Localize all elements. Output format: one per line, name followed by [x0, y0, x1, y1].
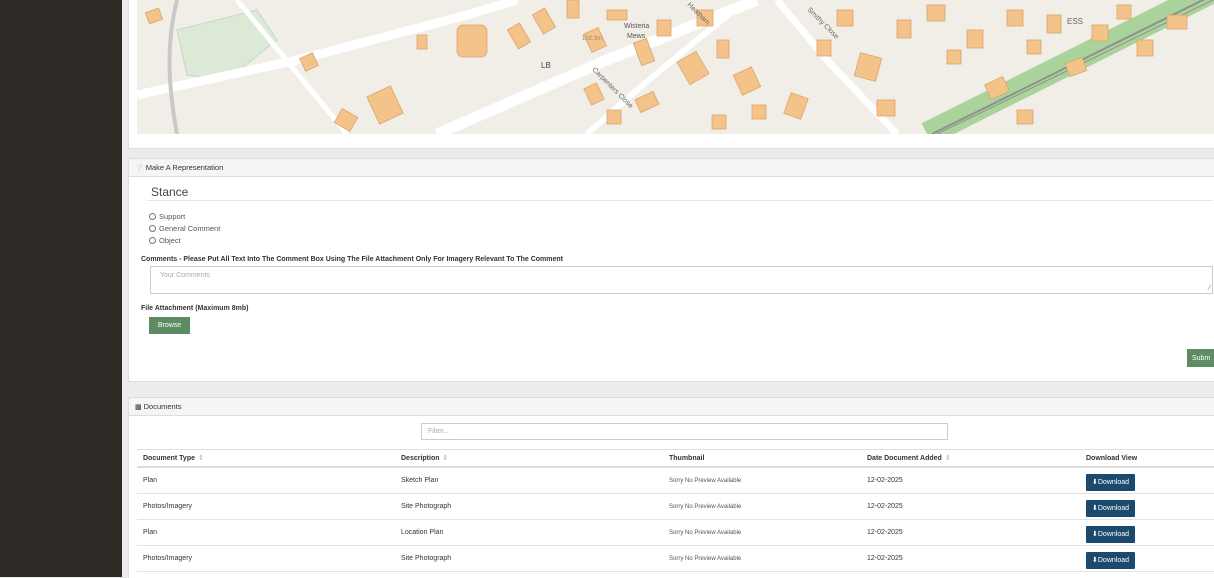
browse-button[interactable]: Browse — [149, 317, 190, 334]
cell-description: Sketch Plan — [395, 467, 663, 494]
site-map[interactable]: Wisteria Mews 102.3m LB Carpenters Close… — [137, 0, 1214, 134]
map-graphic: Wisteria Mews 102.3m LB Carpenters Close… — [137, 0, 1214, 134]
representation-panel: ❔ Make A Representation Stance Support Ge… — [128, 158, 1214, 382]
stance-heading: Stance — [151, 185, 189, 199]
download-button[interactable]: ⬇Download — [1086, 551, 1136, 569]
download-button[interactable]: ⬇Download — [1086, 473, 1136, 491]
stance-option-label: Object — [159, 236, 181, 245]
download-button[interactable]: ⬇Download — [1086, 499, 1136, 517]
column-header-description[interactable]: Description ⇕ — [395, 449, 663, 468]
cell-document-type: Plan — [137, 467, 395, 494]
cell-description: Site Photograph — [395, 493, 663, 520]
cell-date: 12-02-2025 — [861, 545, 1080, 572]
map-label-wisteria: Wisteria — [624, 23, 649, 30]
map-panel: Wisteria Mews 102.3m LB Carpenters Close… — [128, 0, 1214, 149]
cell-thumbnail: Sorry No Preview Available — [663, 493, 861, 520]
sort-icon[interactable]: ⇕ — [443, 455, 449, 462]
cell-download: ⬇Download — [1080, 519, 1214, 546]
table-row: Photos/Imagery Site Photograph Sorry No … — [137, 493, 1214, 520]
column-header-download-view: Download View — [1080, 449, 1214, 468]
documents-table: Document Type ⇕ Description ⇕ Thumbnail Da… — [137, 449, 1214, 572]
cell-date: 12-02-2025 — [861, 467, 1080, 494]
map-label-mews: Mews — [627, 33, 646, 40]
table-row: Plan Location Plan Sorry No Preview Avai… — [137, 519, 1214, 546]
stance-option-label: General Comment — [159, 224, 221, 233]
representation-panel-header: ❔ Make A Representation — [129, 159, 1214, 177]
cell-date: 12-02-2025 — [861, 519, 1080, 546]
stance-option-support[interactable]: Support — [149, 212, 185, 221]
comments-label: Comments - Please Put All Text Into The … — [141, 256, 564, 263]
download-button[interactable]: ⬇Download — [1086, 525, 1136, 543]
cell-document-type: Photos/Imagery — [137, 493, 395, 520]
cell-thumbnail: Sorry No Preview Available — [663, 467, 861, 494]
stance-divider — [147, 200, 1213, 201]
attachment-label: File Attachment (Maximum 8mb) — [141, 305, 249, 312]
map-label-lb: LB — [541, 61, 551, 70]
comments-textarea[interactable] — [151, 267, 1212, 293]
documents-panel-header: ▩ Documents — [129, 398, 1214, 416]
radio-general-comment[interactable] — [149, 225, 156, 232]
map-label-height: 102.3m — [582, 36, 602, 42]
cell-download: ⬇Download — [1080, 467, 1214, 494]
sort-icon[interactable]: ⇕ — [198, 455, 204, 462]
main-content: Wisteria Mews 102.3m LB Carpenters Close… — [122, 0, 1214, 578]
cell-description: Location Plan — [395, 519, 663, 546]
stance-option-object[interactable]: Object — [149, 236, 181, 245]
resize-handle-icon[interactable]: ∕ — [1209, 285, 1210, 292]
sort-icon[interactable]: ⇕ — [945, 455, 951, 462]
comments-field[interactable]: ∕ — [150, 266, 1213, 294]
cell-thumbnail: Sorry No Preview Available — [663, 519, 861, 546]
cell-download: ⬇Download — [1080, 493, 1214, 520]
radio-object[interactable] — [149, 237, 156, 244]
cell-document-type: Photos/Imagery — [137, 545, 395, 572]
representation-panel-title: Make A Representation — [145, 163, 224, 172]
table-row: Plan Sketch Plan Sorry No Preview Availa… — [137, 467, 1214, 494]
cell-download: ⬇Download — [1080, 545, 1214, 572]
submit-button[interactable]: Subm — [1187, 349, 1214, 367]
cell-description: Site Photograph — [395, 545, 663, 572]
table-header-row: Document Type ⇕ Description ⇕ Thumbnail Da… — [137, 449, 1214, 468]
map-label-ess: ESS — [1067, 17, 1083, 26]
cell-document-type: Plan — [137, 519, 395, 546]
cell-thumbnail: Sorry No Preview Available — [663, 545, 861, 572]
documents-filter-input[interactable]: Filter... — [421, 423, 948, 440]
stance-option-general-comment[interactable]: General Comment — [149, 224, 220, 233]
file-icon: ▩ — [135, 404, 142, 411]
stance-option-label: Support — [159, 212, 186, 221]
column-header-date-added[interactable]: Date Document Added ⇕ — [861, 449, 1080, 468]
cell-date: 12-02-2025 — [861, 493, 1080, 520]
documents-panel-title: Documents — [143, 402, 182, 411]
radio-support[interactable] — [149, 213, 156, 220]
documents-panel: ▩ Documents Filter... Document Type ⇕ Desc… — [128, 397, 1214, 578]
column-header-document-type[interactable]: Document Type ⇕ — [137, 449, 395, 468]
left-sidebar — [0, 0, 122, 577]
column-header-thumbnail: Thumbnail — [663, 449, 861, 468]
table-row: Photos/Imagery Site Photograph Sorry No … — [137, 545, 1214, 572]
question-circle-icon: ❔ — [135, 165, 144, 172]
